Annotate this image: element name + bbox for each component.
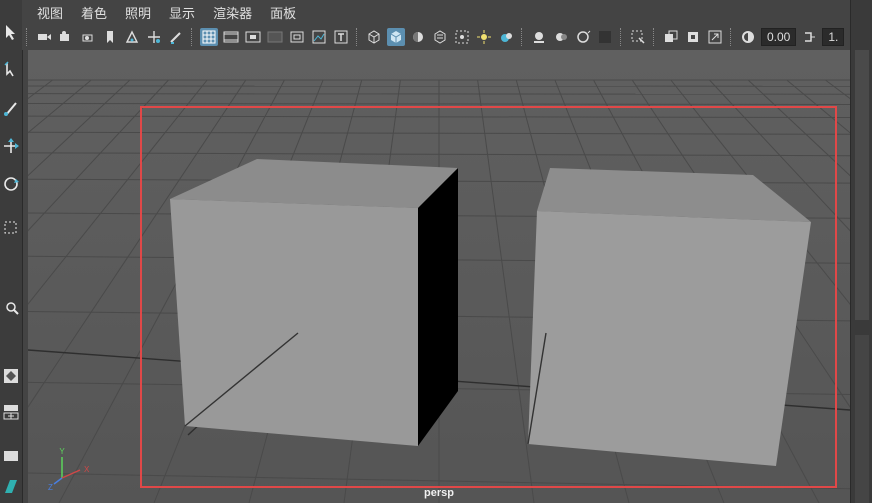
smooth-shade-icon[interactable]: [387, 28, 405, 46]
film-gate-icon[interactable]: [222, 28, 240, 46]
right-panel-strip-lower: [855, 335, 869, 503]
toolbar-separator: [653, 28, 656, 46]
toolbar-separator: [356, 28, 359, 46]
menu-shading[interactable]: 着色: [72, 3, 116, 22]
image-plane-icon[interactable]: [123, 28, 141, 46]
anti-aliasing-icon[interactable]: [552, 28, 570, 46]
gamma-icon[interactable]: [800, 28, 818, 46]
menu-renderer[interactable]: 渲染器: [204, 3, 261, 22]
scale-tool-icon[interactable]: [1, 216, 21, 240]
select-camera-icon[interactable]: [35, 28, 53, 46]
gate-mask-icon[interactable]: [266, 28, 284, 46]
move-tool-icon[interactable]: [1, 134, 21, 158]
xray-icon[interactable]: [629, 28, 647, 46]
menu-show[interactable]: 显示: [160, 3, 204, 22]
ambient-occlusion-icon[interactable]: [497, 28, 515, 46]
toolbar-separator: [620, 28, 623, 46]
isolate-select-icon[interactable]: [596, 28, 614, 46]
textured-icon[interactable]: [431, 28, 449, 46]
toolbar-separator: [730, 28, 733, 46]
resolution-gate-frame: [140, 106, 837, 488]
universal-manipulator-icon[interactable]: [1, 296, 21, 320]
camera-name-label: persp: [424, 487, 454, 499]
shadows-icon[interactable]: [475, 28, 493, 46]
depth-of-field-icon[interactable]: [574, 28, 592, 46]
exposure-field[interactable]: 0.00: [761, 28, 797, 46]
menu-view[interactable]: 视图: [28, 3, 72, 22]
grid-icon[interactable]: [200, 28, 218, 46]
field-chart-icon[interactable]: [288, 28, 306, 46]
wireframe-icon[interactable]: [365, 28, 383, 46]
camera-attributes-icon[interactable]: [57, 28, 75, 46]
toolbar-separator: [521, 28, 524, 46]
menu-lighting[interactable]: 照明: [116, 3, 160, 22]
lasso-tool-icon[interactable]: [1, 58, 21, 82]
exposure-icon[interactable]: [739, 28, 757, 46]
right-side-panel: [850, 0, 872, 503]
2d-pan-zoom-icon[interactable]: [145, 28, 163, 46]
bookmark-icon[interactable]: [101, 28, 119, 46]
show-manipulator-icon[interactable]: [1, 474, 21, 498]
use-all-lights-icon[interactable]: [453, 28, 471, 46]
motion-blur-icon[interactable]: [530, 28, 548, 46]
grease-pencil-icon[interactable]: [167, 28, 185, 46]
left-toolbox: [0, 0, 23, 503]
layout-four-icon[interactable]: [1, 400, 21, 424]
panel-menu-bar: 视图 着色 照明 显示 渲染器 面板: [22, 0, 850, 24]
xray-components-icon[interactable]: [684, 28, 702, 46]
perspective-viewport[interactable]: Y X Z persp: [28, 50, 850, 503]
backface-culling-icon[interactable]: [706, 28, 724, 46]
panel-toolbar: 0.00 1.: [22, 24, 850, 50]
layout-single-icon[interactable]: [1, 364, 21, 388]
xray-joints-icon[interactable]: [662, 28, 680, 46]
axis-y-label: Y: [59, 447, 65, 456]
paint-select-icon[interactable]: [1, 96, 21, 120]
select-tool-icon[interactable]: [1, 20, 21, 44]
safe-action-icon[interactable]: [310, 28, 328, 46]
rotate-tool-icon[interactable]: [1, 172, 21, 196]
right-panel-strip: [855, 50, 869, 320]
safe-title-icon[interactable]: [332, 28, 350, 46]
toolbar-handle[interactable]: [26, 28, 29, 46]
camera-lock-icon[interactable]: [79, 28, 97, 46]
toolbar-separator: [191, 28, 194, 46]
grid-line: [28, 93, 850, 95]
gamma-field[interactable]: 1.: [822, 28, 845, 46]
layout-outliner-icon[interactable]: [1, 444, 21, 468]
menu-panels[interactable]: 面板: [261, 3, 305, 22]
axis-x-label: X: [84, 465, 90, 474]
resolution-gate-icon[interactable]: [244, 28, 262, 46]
default-material-icon[interactable]: [409, 28, 427, 46]
